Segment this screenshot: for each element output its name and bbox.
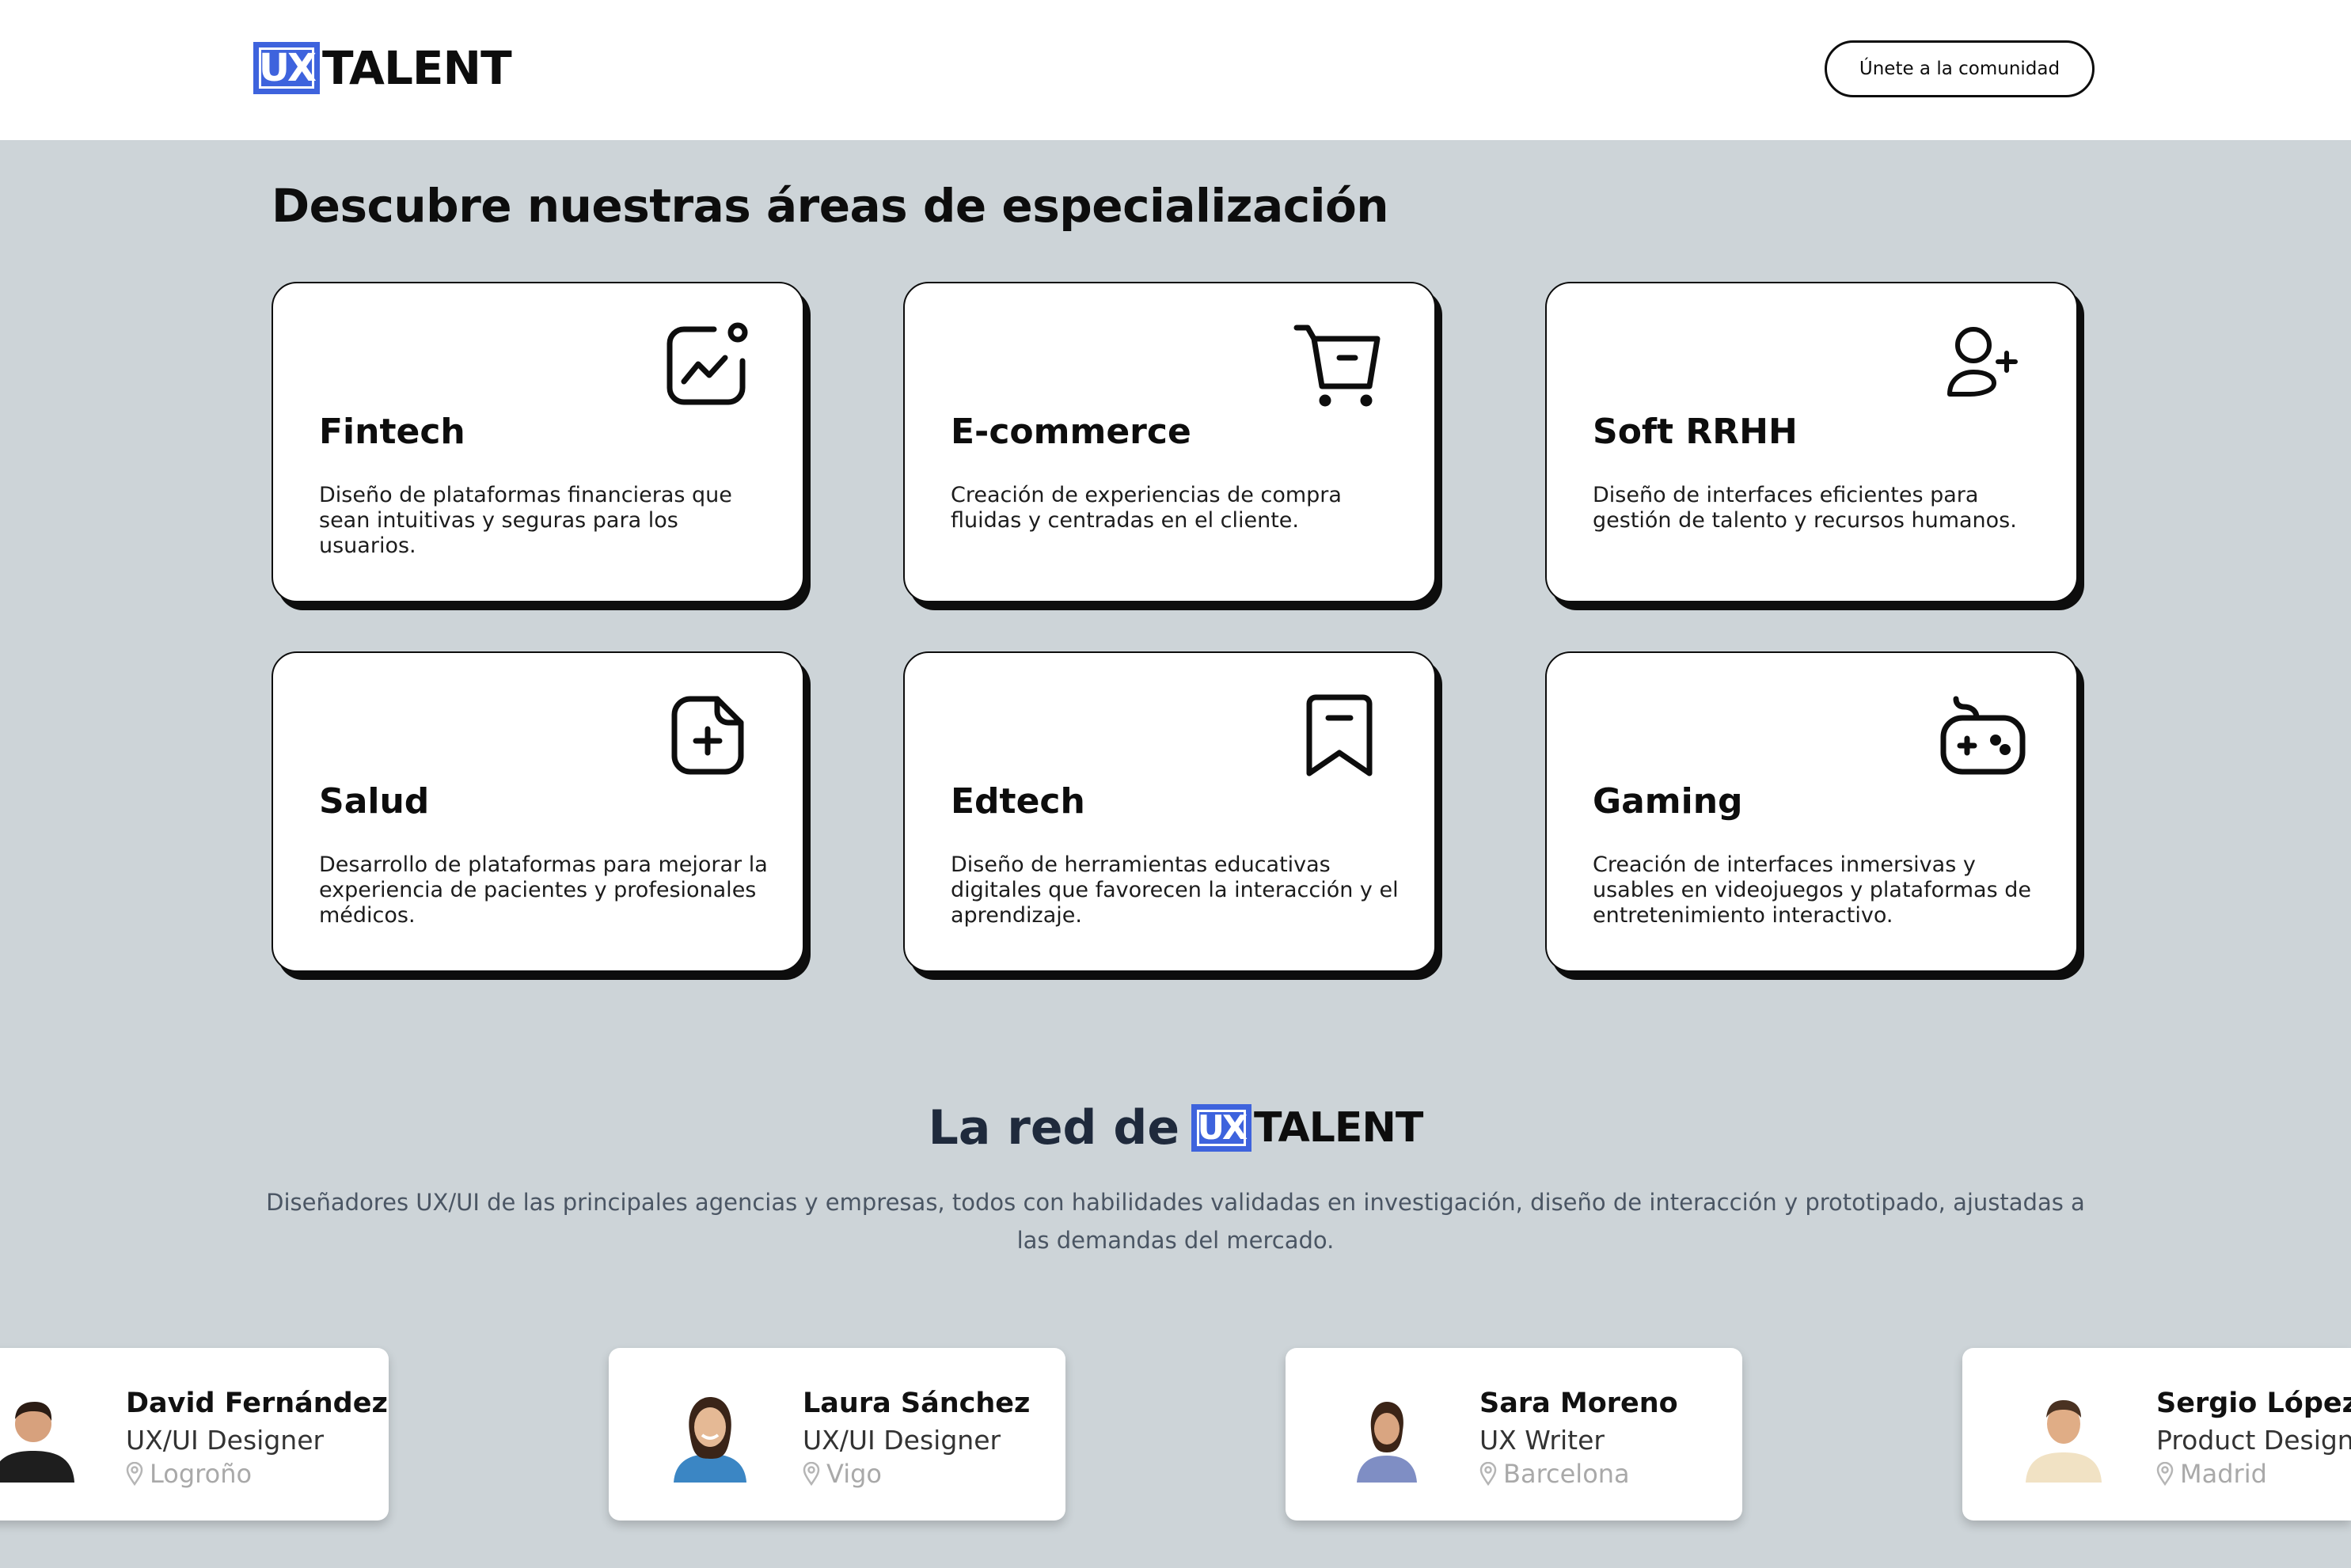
profile-card[interactable]: David Fernández UX/UI Designer Logroño: [0, 1348, 389, 1521]
location-pin-icon: [1479, 1462, 1497, 1486]
join-community-button[interactable]: Únete a la comunidad: [1825, 40, 2095, 97]
chart-growth-icon: [660, 318, 755, 413]
profile-card[interactable]: Sergio López Product Designer Madrid: [1962, 1348, 2351, 1521]
profile-location: Vigo: [803, 1459, 882, 1489]
location-text: Madrid: [2180, 1459, 2267, 1489]
network-title-text: La red de: [928, 1100, 1180, 1156]
medical-note-icon: [660, 688, 755, 783]
profile-role: Product Designer: [2156, 1425, 2351, 1456]
gamepad-icon: [1934, 688, 2029, 783]
avatar: [2016, 1388, 2111, 1483]
area-card-soft-rrhh[interactable]: Soft RRHH Diseño de interfaces eficiente…: [1545, 282, 2078, 602]
card-description: Creación de experiencias de compra fluid…: [951, 483, 1342, 533]
profile-name: David Fernández: [126, 1388, 388, 1419]
card-title: Salud: [319, 781, 430, 822]
profile-location: Barcelona: [1479, 1459, 1630, 1489]
shopping-cart-icon: [1292, 318, 1387, 413]
area-card-gaming[interactable]: Gaming Creación de interfaces inmersivas…: [1545, 651, 2078, 972]
network-logo: UX TALENT: [1191, 1104, 1423, 1152]
card-description: Desarrollo de plataformas para mejorar l…: [319, 852, 768, 928]
logo-wordmark: TALENT: [1254, 1104, 1423, 1152]
location-pin-icon: [803, 1462, 820, 1486]
location-text: Barcelona: [1503, 1459, 1630, 1489]
profile-card[interactable]: Laura Sánchez UX/UI Designer Vigo: [609, 1348, 1065, 1521]
location-text: Logroño: [150, 1459, 253, 1489]
logo-ux-mark: UX: [1191, 1104, 1252, 1152]
profile-name: Sergio López: [2156, 1388, 2351, 1419]
card-title: E-commerce: [951, 412, 1191, 452]
avatar: [663, 1388, 758, 1483]
area-card-fintech[interactable]: Fintech Diseño de plataformas financiera…: [272, 282, 804, 602]
profile-card[interactable]: Sara Moreno UX Writer Barcelona: [1286, 1348, 1742, 1521]
profile-name: Sara Moreno: [1479, 1388, 1678, 1419]
bookmark-icon: [1292, 688, 1387, 783]
site-header: UX TALENT Únete a la comunidad: [0, 0, 2351, 140]
card-title: Edtech: [951, 781, 1085, 822]
profile-name: Laura Sánchez: [803, 1388, 1031, 1419]
network-subtitle: Diseñadores UX/UI de las principales age…: [266, 1189, 2085, 1254]
user-add-icon: [1934, 318, 2029, 413]
card-description: Diseño de interfaces eficientes para ges…: [1593, 483, 2017, 533]
logo-ux-mark: UX: [253, 42, 320, 94]
location-pin-icon: [126, 1462, 143, 1486]
card-title: Gaming: [1593, 781, 1743, 822]
location-text: Vigo: [826, 1459, 882, 1489]
card-description: Creación de interfaces inmersivas y usab…: [1593, 852, 2031, 928]
card-description: Diseño de plataformas financieras que se…: [319, 483, 732, 558]
profile-role: UX/UI Designer: [126, 1425, 325, 1456]
profile-role: UX Writer: [1479, 1425, 1605, 1456]
avatar: [1339, 1388, 1434, 1483]
card-title: Fintech: [319, 412, 465, 452]
areas-section-title: Descubre nuestras áreas de especializaci…: [272, 179, 1389, 233]
area-card-edtech[interactable]: Edtech Diseño de herramientas educativas…: [903, 651, 1436, 972]
logo-wordmark: TALENT: [322, 41, 512, 95]
avatar: [0, 1388, 81, 1483]
profile-role: UX/UI Designer: [803, 1425, 1001, 1456]
area-card-salud[interactable]: Salud Desarrollo de plataformas para mej…: [272, 651, 804, 972]
location-pin-icon: [2156, 1462, 2174, 1486]
site-logo[interactable]: UX TALENT: [253, 41, 512, 95]
profile-location: Logroño: [126, 1459, 252, 1489]
network-title: La red de UX TALENT: [0, 1100, 2351, 1156]
area-card-ecommerce[interactable]: E-commerce Creación de experiencias de c…: [903, 282, 1436, 602]
card-description: Diseño de herramientas educativas digita…: [951, 852, 1399, 928]
card-title: Soft RRHH: [1593, 412, 1798, 452]
profile-location: Madrid: [2156, 1459, 2267, 1489]
